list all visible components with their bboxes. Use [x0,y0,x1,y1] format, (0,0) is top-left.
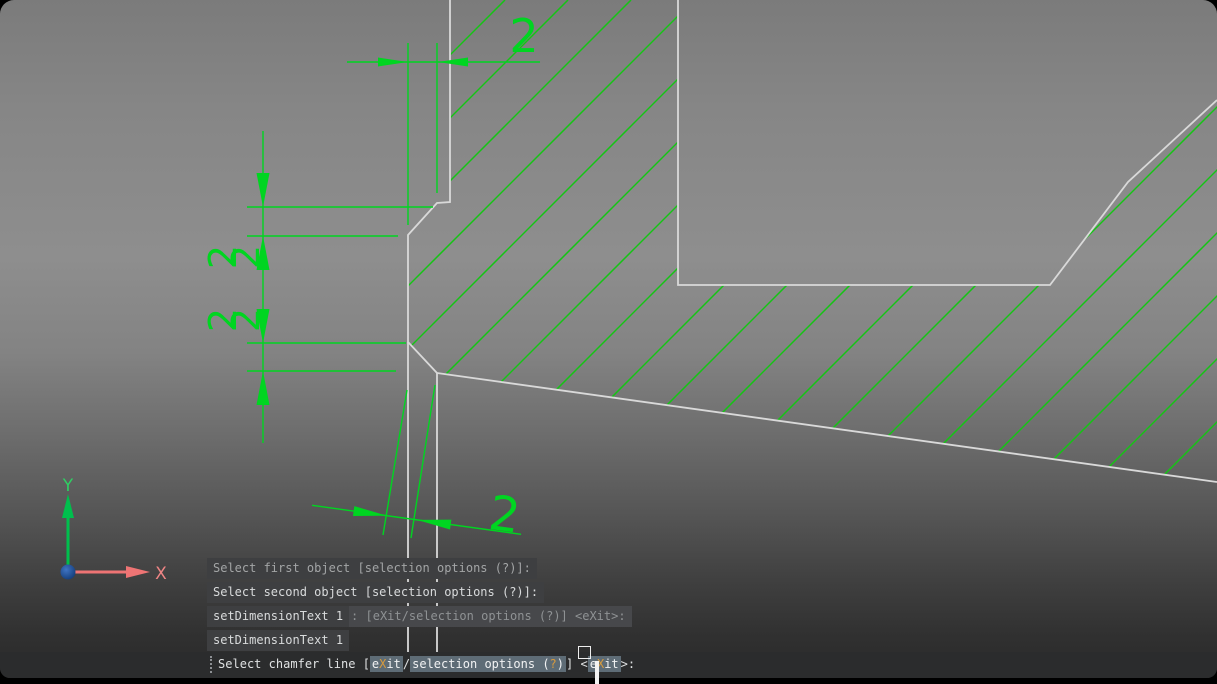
pickbox-cursor [578,646,591,659]
command-keyword-chip[interactable]: eXit [588,656,621,672]
command-history-line: Select first object [selection options (… [207,558,537,579]
command-prompt-text: ] < [566,657,588,671]
command-drag-handle-icon[interactable] [210,656,212,673]
command-keyword-accent: X [379,657,386,671]
command-keyword-chip[interactable]: selection options (?) [410,656,566,672]
command-prompt-text: Select chamfer line [ [218,657,370,671]
command-prompt-text: / [403,657,410,671]
command-history-line: setDimensionText 1: [eXit/selection opti… [207,606,632,627]
command-history-ghost-text: : [eXit/selection options (?)] <eXit>: [349,606,632,627]
command-history-text: setDimensionText 1 [207,606,349,627]
command-history-line: Select second object [selection options … [207,582,544,603]
command-keyword-chip[interactable]: eXit [370,656,403,672]
command-keyword-accent: ? [550,657,557,671]
command-history-text: setDimensionText 1 [207,630,349,651]
cad-window: 222222 YX Select first object [selection… [0,0,1217,678]
command-history-text: Select first object [selection options (… [207,558,537,579]
command-prompt[interactable]: Select chamfer line [eXit/selection opti… [218,657,635,671]
command-prompt-text: >: [621,657,635,671]
command-window: Select first object [selection options (… [0,0,1217,678]
command-history-line: setDimensionText 1 [207,630,349,651]
crosshair-cursor [595,661,599,684]
command-history-text: Select second object [selection options … [207,582,544,603]
